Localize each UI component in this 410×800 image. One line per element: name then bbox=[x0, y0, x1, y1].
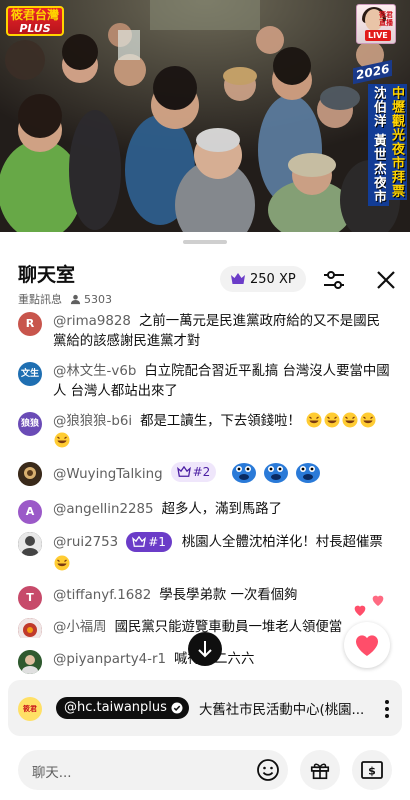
pinned-avatar: 筱君 bbox=[18, 697, 42, 721]
emoji-icon[interactable] bbox=[256, 758, 280, 782]
laughing-emoji-icon bbox=[306, 412, 322, 428]
laughing-emoji-icon bbox=[342, 412, 358, 428]
message-text: 桃園人全體沈柏洋化！村長超催票 bbox=[181, 535, 383, 550]
heart-icon bbox=[355, 635, 379, 656]
chat-message: @小福周 國民黨只能遊覽車動員一堆老人領便當 bbox=[18, 618, 348, 638]
message-author[interactable]: @tiffanyf.1682 bbox=[53, 588, 151, 603]
host-live-label: 筱君直播 bbox=[379, 11, 393, 27]
avatar[interactable]: 狼狼 bbox=[18, 412, 42, 436]
message-text: 都是工讀生，下去領錢啦！ bbox=[140, 414, 301, 429]
live-tag: LIVE bbox=[365, 30, 391, 41]
pinned-author-chip[interactable]: @hc.taiwanplus bbox=[56, 697, 189, 719]
verified-icon bbox=[171, 702, 183, 714]
crown-icon bbox=[176, 466, 191, 477]
avatar-image-icon bbox=[18, 532, 42, 556]
overlay-candidates-text2: 夜市 bbox=[371, 175, 386, 204]
person-icon bbox=[70, 294, 81, 304]
avatar[interactable] bbox=[18, 462, 42, 486]
message-author[interactable]: @rui2753 bbox=[53, 535, 118, 550]
chat-message: A @angellin2285 超多人，滿到馬路了 bbox=[18, 500, 390, 524]
laughing-emoji-icon bbox=[324, 412, 340, 428]
member-rank-badge: #2 bbox=[170, 462, 217, 482]
chat-message: 狼狼 @狼狼狼-b6i 都是工讀生，下去領錢啦！ bbox=[18, 412, 390, 452]
chat-message: @rui2753 #1 桃園人全體沈柏洋化！村長超催票 bbox=[18, 532, 390, 576]
xp-chip[interactable]: 250 XP bbox=[220, 266, 306, 292]
blue-face-emoji-icon bbox=[232, 463, 257, 483]
member-rank-badge: #1 bbox=[126, 532, 172, 552]
message-author[interactable]: @狼狼狼-b6i bbox=[53, 414, 132, 429]
message-text: 國民黨只能遊覽車動員一堆老人領便當 bbox=[114, 620, 343, 635]
overlay-candidates-text: 沈伯洋 黃世杰 bbox=[371, 86, 386, 176]
logo-line1: 筱君台灣 bbox=[10, 8, 59, 22]
heart-icon bbox=[354, 605, 366, 616]
message-author[interactable]: @piyanparty4-r1 bbox=[53, 652, 166, 667]
gift-button[interactable] bbox=[300, 750, 340, 790]
badge-label: #1 bbox=[148, 535, 166, 549]
avatar[interactable]: 文生 bbox=[18, 362, 42, 386]
xp-label: 250 XP bbox=[250, 271, 296, 287]
avatar[interactable] bbox=[18, 532, 42, 556]
chat-title: 聊天室 bbox=[18, 264, 76, 286]
pinned-author: @hc.taiwanplus bbox=[64, 700, 167, 715]
live-chat-panel: 聊天室 重點訊息 5303 250 XP R @rima9828 之前一萬元是民進… bbox=[0, 232, 410, 800]
avatar[interactable]: T bbox=[18, 586, 42, 610]
overlay-location: 中壢觀光夜市拜票 bbox=[386, 84, 407, 200]
gift-icon bbox=[310, 763, 330, 780]
message-text: 學長學弟款 一次看個夠 bbox=[159, 588, 298, 603]
viewer-count: 5303 bbox=[70, 293, 112, 306]
chat-message: @WuyingTalking #2 bbox=[18, 460, 390, 487]
svg-text:$: $ bbox=[368, 765, 376, 778]
message-author[interactable]: @rima9828 bbox=[53, 314, 131, 329]
crown-icon bbox=[231, 273, 245, 284]
message-author[interactable]: @林文生-v6b bbox=[53, 364, 136, 379]
chat-input-placeholder: 聊天... bbox=[32, 766, 72, 781]
heart-icon bbox=[372, 595, 384, 606]
message-author[interactable]: @angellin2285 bbox=[53, 502, 154, 517]
chat-message: T @tiffanyf.1682 學長學弟款 一次看個夠 bbox=[18, 586, 390, 610]
pinned-message[interactable]: 筱君 @hc.taiwanplus 大舊社市民活動中心(桃園... bbox=[8, 680, 402, 736]
arrow-down-icon bbox=[198, 641, 212, 658]
avatar-image-icon bbox=[18, 462, 42, 486]
logo-line2: PLUS bbox=[19, 22, 51, 35]
close-icon[interactable] bbox=[372, 266, 400, 294]
scroll-to-bottom-button[interactable] bbox=[188, 632, 222, 666]
avatar-image-icon bbox=[18, 650, 42, 674]
chat-input[interactable]: 聊天... bbox=[18, 750, 288, 790]
drag-handle[interactable] bbox=[183, 240, 227, 244]
avatar[interactable]: A bbox=[18, 500, 42, 524]
dollar-icon: $ bbox=[361, 761, 383, 779]
channel-logo: 筱君台灣 PLUS bbox=[6, 6, 64, 36]
live-video-player[interactable]: 筱君台灣 PLUS 筱君直播 LIVE 2026 沈伯洋 黃世杰夜市 中壢觀光夜… bbox=[0, 0, 410, 232]
sliders-icon[interactable] bbox=[320, 266, 348, 294]
badge-label: #2 bbox=[192, 465, 211, 479]
chat-message: 文生 @林文生-v6b 白立院配合習近平亂搞 台灣沒人要當中國人 台灣人都站出來了 bbox=[18, 362, 390, 402]
laughing-emoji-icon bbox=[54, 555, 70, 571]
message-author[interactable]: @WuyingTalking bbox=[53, 467, 163, 482]
blue-face-emoji-icon bbox=[264, 463, 289, 483]
laughing-emoji-icon bbox=[54, 432, 70, 448]
avatar-image-icon bbox=[18, 618, 42, 638]
viewer-count-value: 5303 bbox=[84, 292, 112, 306]
avatar[interactable] bbox=[18, 618, 42, 638]
avatar[interactable]: R bbox=[18, 312, 42, 336]
message-author[interactable]: @小福周 bbox=[53, 620, 107, 635]
message-text: 超多人，滿到馬路了 bbox=[161, 502, 283, 517]
chat-mode[interactable]: 重點訊息 bbox=[18, 291, 62, 307]
super-chat-button[interactable]: $ bbox=[352, 750, 392, 790]
blue-face-emoji-icon bbox=[296, 463, 321, 483]
laughing-emoji-icon bbox=[360, 412, 376, 428]
avatar[interactable] bbox=[18, 650, 42, 674]
host-live-thumbnail: 筱君直播 LIVE bbox=[356, 4, 396, 44]
crown-icon bbox=[132, 536, 147, 547]
like-heart-button[interactable] bbox=[344, 622, 390, 668]
chat-subheader: 重點訊息 5303 bbox=[18, 291, 112, 307]
more-vert-icon[interactable] bbox=[380, 698, 394, 720]
pinned-text: 大舊社市民活動中心(桃園... bbox=[199, 703, 365, 718]
chat-message: R @rima9828 之前一萬元是民進黨政府給的又不是國民黨給的該感謝民進黨才對 bbox=[18, 312, 390, 352]
